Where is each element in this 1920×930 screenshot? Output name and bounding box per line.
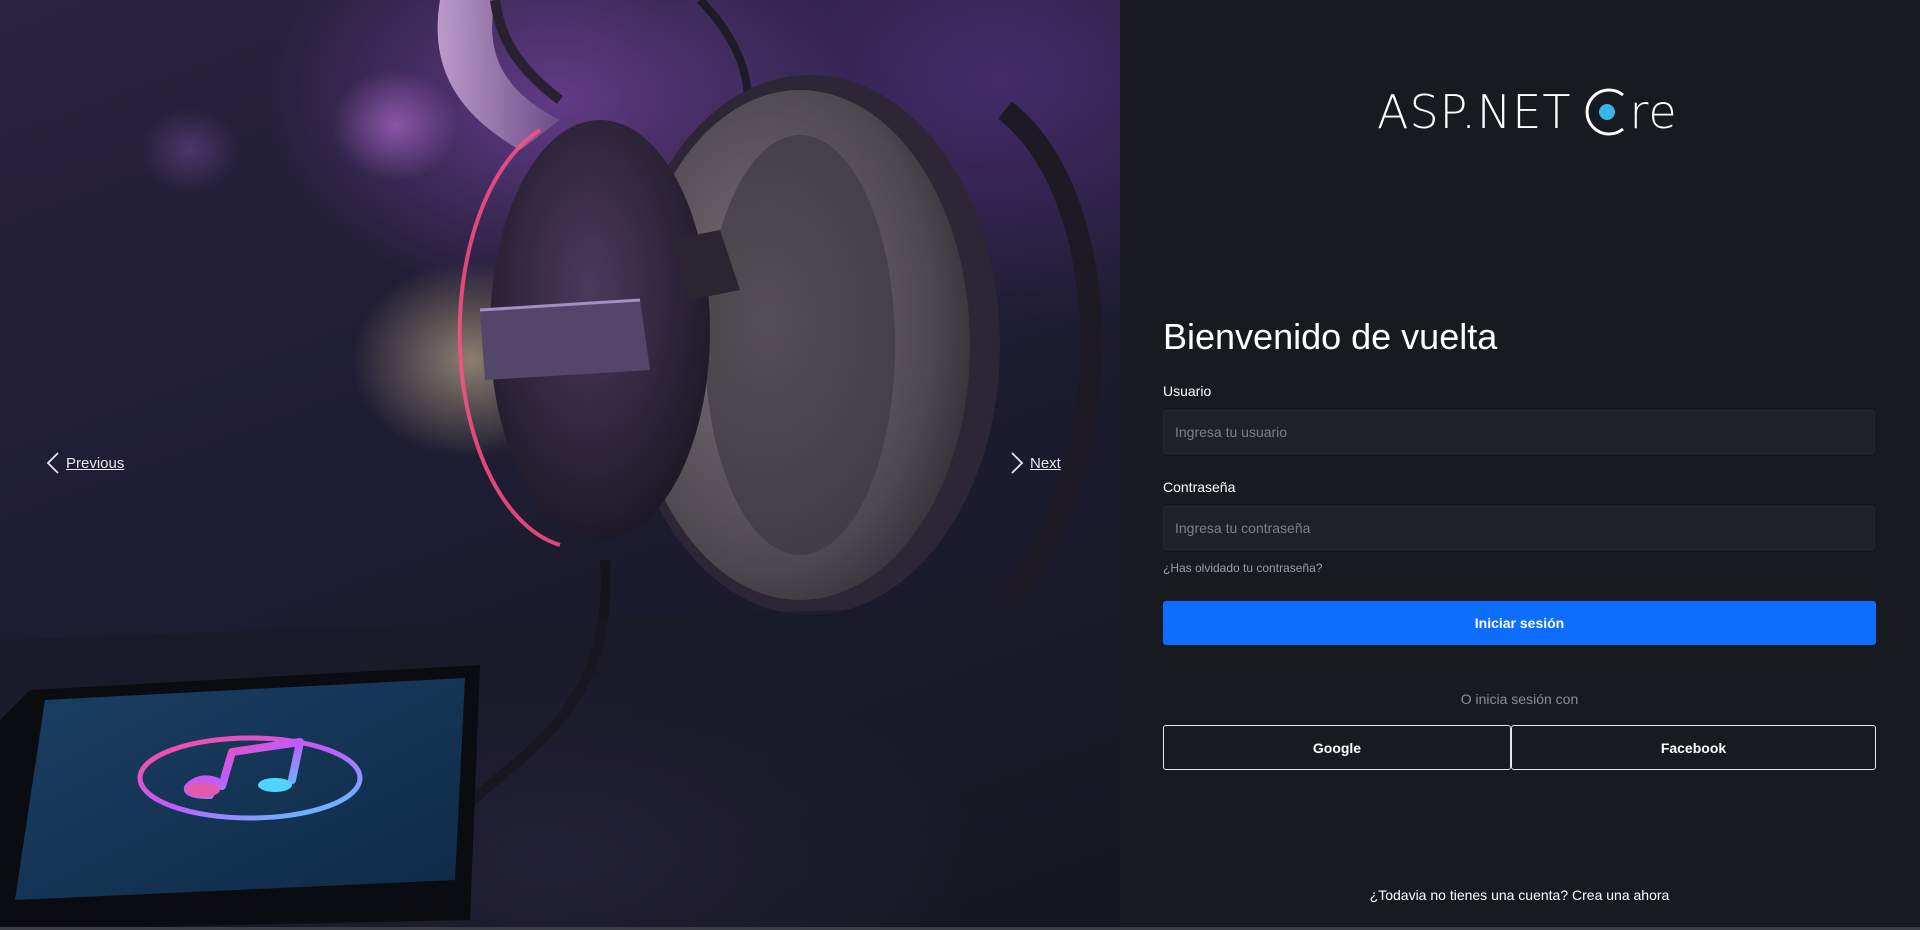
signup-link[interactable]: Crea una ahora bbox=[1572, 887, 1669, 903]
login-button[interactable]: Iniciar sesión bbox=[1163, 601, 1876, 645]
forgot-password-link[interactable]: ¿Has olvidado tu contraseña? bbox=[1163, 561, 1322, 575]
logo-c-mark-icon bbox=[1585, 85, 1627, 139]
carousel-next-label: Next bbox=[1030, 454, 1061, 472]
carousel-next-button[interactable]: Next bbox=[1010, 451, 1061, 475]
phone-image bbox=[0, 665, 480, 930]
password-label: Contraseña bbox=[1163, 479, 1236, 495]
image-carousel: Previous Next bbox=[0, 0, 1120, 930]
carousel-previous-button[interactable]: Previous bbox=[46, 451, 124, 475]
password-input[interactable] bbox=[1163, 506, 1875, 550]
username-label: Usuario bbox=[1163, 383, 1212, 399]
chevron-left-icon bbox=[46, 452, 59, 474]
chevron-right-icon bbox=[1011, 452, 1024, 474]
logo-text-end: re bbox=[1629, 85, 1678, 139]
signup-prompt-text: ¿Todavia no tienes una cuenta? bbox=[1369, 887, 1569, 903]
username-input[interactable] bbox=[1163, 410, 1875, 454]
logo-text-main: ASP.NET bbox=[1377, 85, 1572, 139]
carousel-previous-label: Previous bbox=[66, 454, 125, 472]
login-panel: ASP.NET re Bienvenido de vuelta Usuario … bbox=[1120, 0, 1920, 930]
google-login-button[interactable]: Google bbox=[1163, 725, 1511, 770]
facebook-login-button[interactable]: Facebook bbox=[1511, 725, 1876, 770]
signup-prompt: ¿Todavia no tienes una cuenta? Crea una … bbox=[1163, 887, 1876, 903]
aspnet-core-logo: ASP.NET re bbox=[1377, 82, 1678, 142]
alt-login-divider-text: O inicia sesión con bbox=[1460, 691, 1579, 707]
page-title: Bienvenido de vuelta bbox=[1163, 316, 1498, 357]
carousel-slide-image bbox=[0, 0, 1120, 930]
